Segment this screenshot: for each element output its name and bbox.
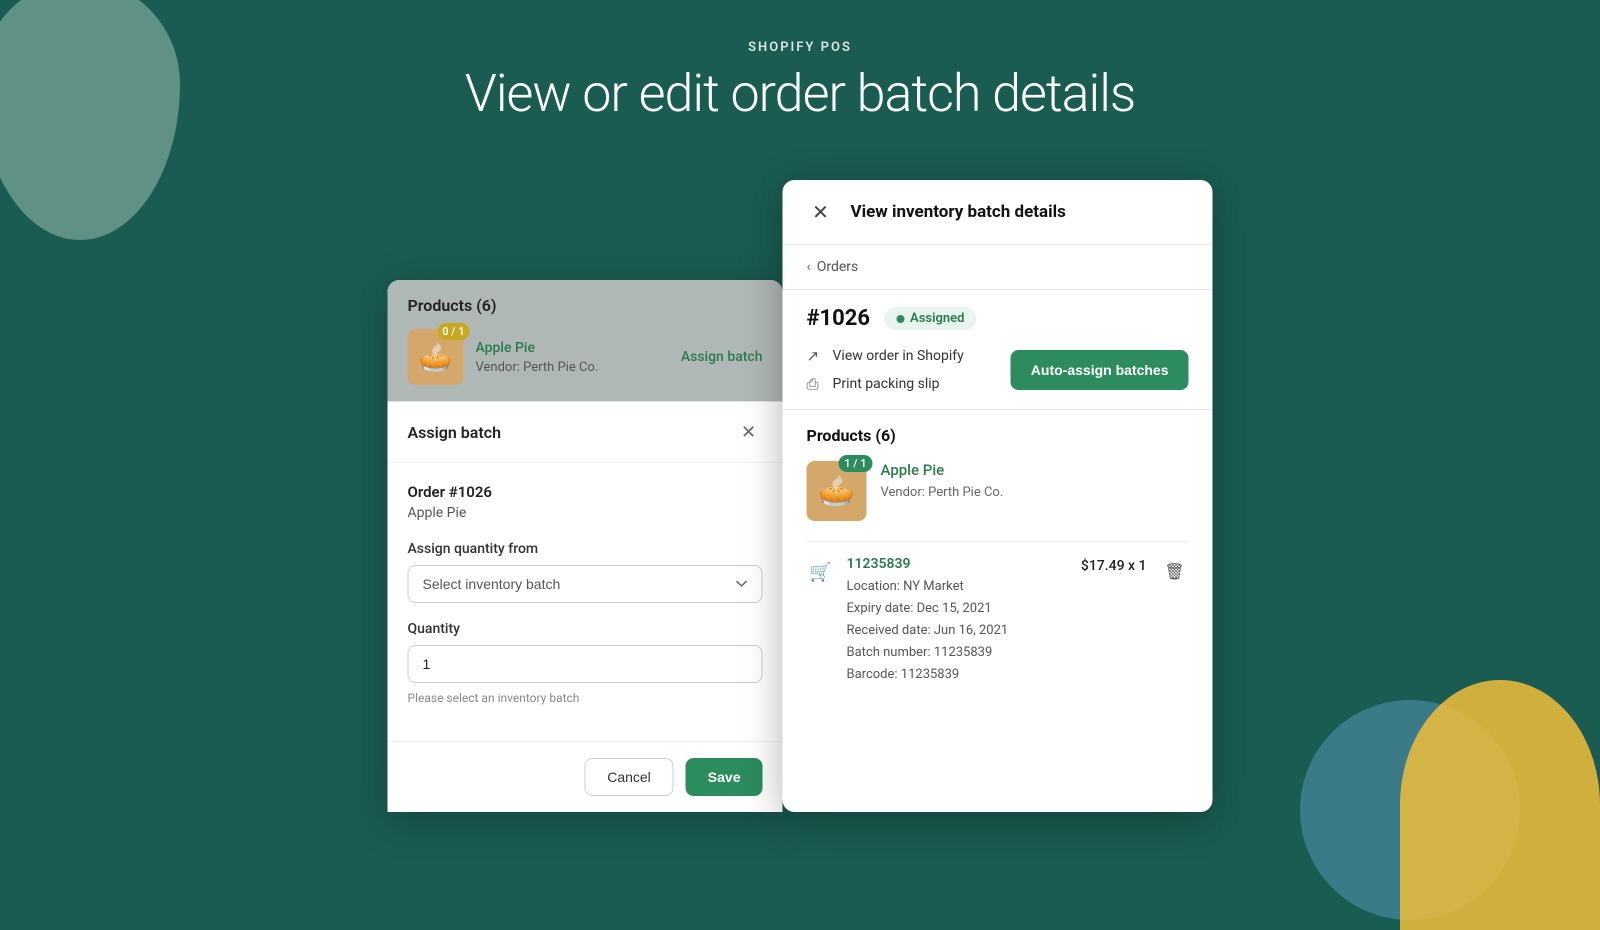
- quantity-label: Quantity: [408, 621, 763, 637]
- right-products-section: Products (6) 🥧 1 / 1 Apple Pie Vendor: P…: [783, 410, 1213, 716]
- printer-icon: ⎙: [807, 375, 825, 393]
- print-label: Print packing slip: [833, 376, 940, 392]
- back-to-orders-link[interactable]: ‹ Orders: [807, 259, 1189, 275]
- right-panel-title: View inventory batch details: [851, 202, 1066, 222]
- product-row: 🥧 0 / 1 Apple Pie Vendor: Perth Pie Co. …: [408, 329, 763, 385]
- status-label: Assigned: [910, 311, 964, 326]
- assign-batch-dialog: Assign batch ✕ Order #1026 Apple Pie Ass…: [388, 401, 783, 812]
- products-header-section: Products (6) 🥧 0 / 1 Apple Pie Vendor: P…: [388, 280, 783, 401]
- cart-icon: 🛒: [807, 558, 835, 586]
- page-header: SHOPIFY POS View or edit order batch det…: [0, 0, 1600, 154]
- right-panel-close-button[interactable]: ✕: [807, 198, 835, 226]
- right-product-image: 🥧 1 / 1: [807, 461, 867, 521]
- batch-received: Received date: Jun 16, 2021: [847, 623, 1009, 638]
- assign-qty-label: Assign quantity from: [408, 541, 763, 557]
- right-product-row: 🥧 1 / 1 Apple Pie Vendor: Perth Pie Co.: [807, 461, 1189, 521]
- right-product-name[interactable]: Apple Pie: [881, 461, 1189, 479]
- product-name[interactable]: Apple Pie: [476, 340, 669, 356]
- back-label: Orders: [817, 259, 859, 275]
- assign-batch-link[interactable]: Assign batch: [681, 349, 763, 365]
- panels-container: Products (6) 🥧 0 / 1 Apple Pie Vendor: P…: [388, 180, 1213, 812]
- right-panel-header: ✕ View inventory batch details: [783, 180, 1213, 245]
- product-qty-badge: 0 / 1: [437, 323, 469, 340]
- order-number-row: #1026 Assigned: [807, 306, 1189, 331]
- view-order-label: View order in Shopify: [833, 348, 964, 364]
- assign-batch-order-title: Order #1026: [408, 483, 763, 501]
- batch-number-link[interactable]: 11235839: [847, 556, 1069, 572]
- external-link-icon: ↗: [807, 347, 825, 365]
- auto-assign-button[interactable]: Auto-assign batches: [1011, 350, 1189, 390]
- assign-batch-title: Assign batch: [408, 423, 502, 442]
- product-info: Apple Pie Vendor: Perth Pie Co.: [476, 340, 669, 375]
- right-product-info: Apple Pie Vendor: Perth Pie Co.: [881, 461, 1189, 500]
- back-chevron-icon: ‹: [807, 259, 811, 275]
- save-button[interactable]: Save: [686, 758, 763, 796]
- inventory-batch-select[interactable]: Select inventory batch: [408, 565, 763, 603]
- batch-expiry: Expiry date: Dec 15, 2021: [847, 601, 992, 616]
- page-title: View or edit order batch details: [0, 63, 1600, 124]
- batch-meta: Location: NY Market Expiry date: Dec 15,…: [847, 576, 1069, 686]
- bg-decoration-bottomright-yellow: [1400, 680, 1600, 930]
- batch-detail-row: 🛒 11235839 Location: NY Market Expiry da…: [807, 541, 1189, 700]
- right-product-badge: 1 / 1: [838, 455, 872, 472]
- batch-actions-right: $17.49 x 1 🗑: [1081, 558, 1189, 586]
- cancel-button[interactable]: Cancel: [584, 758, 674, 796]
- products-section-title: Products (6): [408, 296, 763, 315]
- left-panel: Products (6) 🥧 0 / 1 Apple Pie Vendor: P…: [388, 280, 783, 812]
- order-actions-left: ↗ View order in Shopify ⎙ Print packing …: [807, 347, 964, 393]
- page-subtitle: SHOPIFY POS: [0, 40, 1600, 55]
- right-product-vendor: Vendor: Perth Pie Co.: [881, 485, 1004, 500]
- assign-batch-header: Assign batch ✕: [388, 402, 783, 463]
- right-panel: ✕ View inventory batch details ‹ Orders …: [783, 180, 1213, 812]
- quantity-helper-text: Please select an inventory batch: [408, 691, 763, 705]
- order-actions: ↗ View order in Shopify ⎙ Print packing …: [807, 347, 1189, 393]
- product-vendor: Vendor: Perth Pie Co.: [476, 360, 599, 375]
- assign-batch-close-button[interactable]: ✕: [735, 418, 763, 446]
- view-order-link[interactable]: ↗ View order in Shopify: [807, 347, 964, 365]
- product-image-wrapper: 🥧 0 / 1: [408, 329, 464, 385]
- quantity-input[interactable]: [408, 645, 763, 683]
- assign-batch-body: Order #1026 Apple Pie Assign quantity fr…: [388, 463, 783, 741]
- assign-batch-footer: Cancel Save: [388, 741, 783, 812]
- batch-number-label: Batch number: 11235839: [847, 645, 993, 660]
- assign-batch-order-product: Apple Pie: [408, 505, 763, 521]
- order-section: #1026 Assigned ↗ View order in Shopify ⎙…: [783, 290, 1213, 410]
- batch-location: Location: NY Market: [847, 579, 964, 594]
- batch-detail-info: 11235839 Location: NY Market Expiry date…: [847, 556, 1069, 686]
- delete-batch-button[interactable]: 🗑: [1161, 558, 1189, 586]
- right-panel-nav: ‹ Orders: [783, 245, 1213, 290]
- print-packing-slip-link[interactable]: ⎙ Print packing slip: [807, 375, 964, 393]
- assigned-status-badge: Assigned: [884, 307, 976, 330]
- batch-price: $17.49 x 1: [1081, 558, 1147, 574]
- badge-dot: [896, 315, 904, 323]
- right-products-title: Products (6): [807, 426, 1189, 445]
- order-number: #1026: [807, 306, 871, 331]
- batch-barcode: Barcode: 11235839: [847, 667, 960, 682]
